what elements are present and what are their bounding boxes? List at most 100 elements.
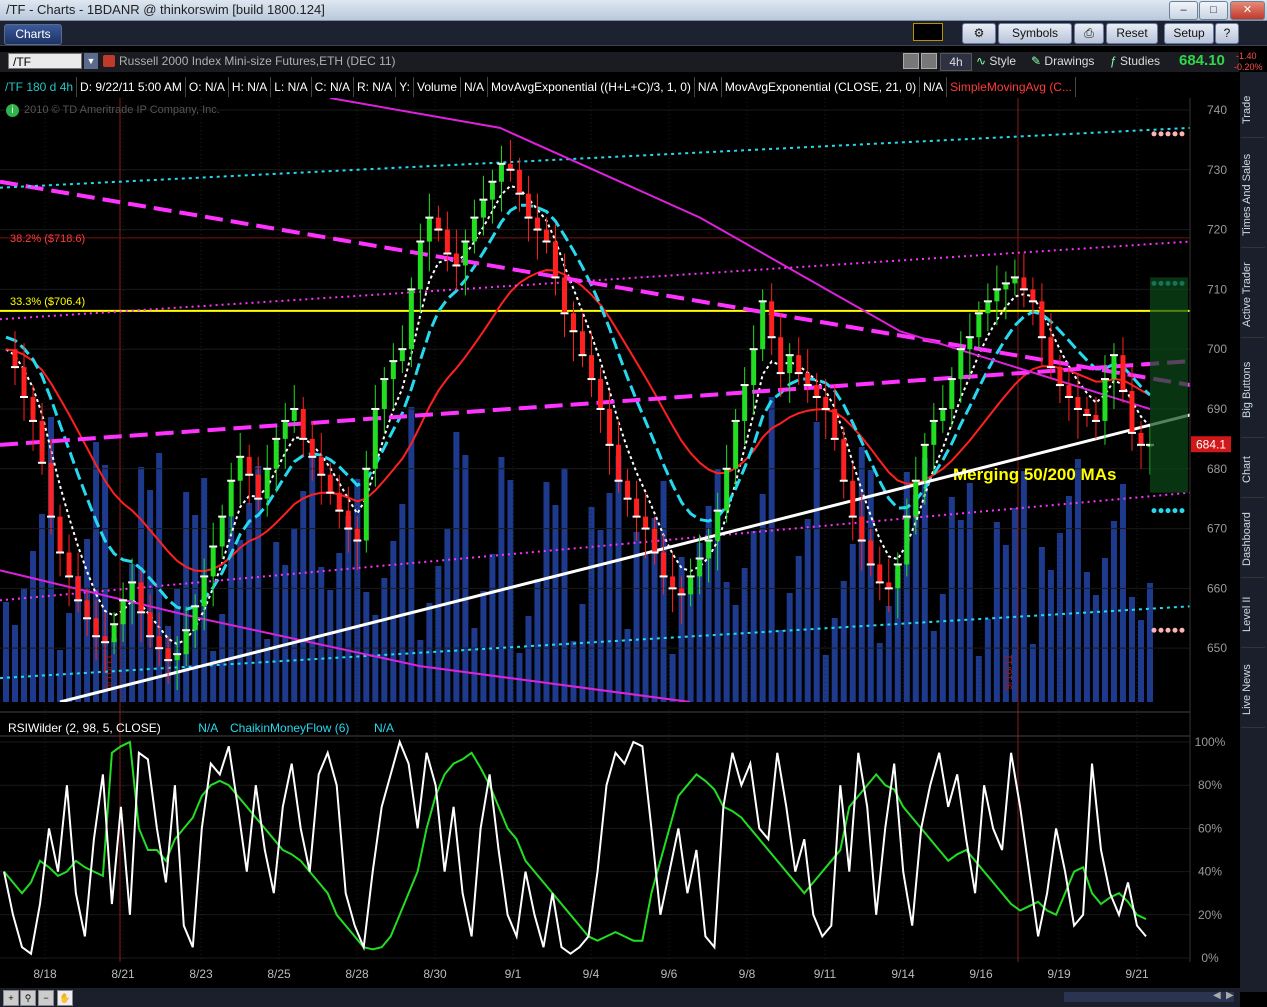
pan-hand-icon[interactable]: ✋: [57, 990, 73, 1006]
chevron-down-icon[interactable]: ▼: [84, 53, 98, 69]
tab-charts[interactable]: Charts: [4, 24, 62, 45]
band-dot: [1179, 508, 1185, 514]
volume-bar: [1020, 471, 1027, 702]
drawing-tool-icon[interactable]: [903, 53, 919, 69]
volume-bar: [453, 432, 460, 702]
lower-study-label[interactable]: ChaikinMoneyFlow (6): [230, 721, 349, 735]
sidebar-tab-big-buttons[interactable]: Big Buttons: [1241, 342, 1265, 438]
info-icon[interactable]: i: [6, 104, 19, 117]
candle-body: [994, 289, 1000, 302]
zoom-icon[interactable]: ⚲: [20, 990, 36, 1006]
scroll-left-icon[interactable]: ◀: [1213, 990, 1223, 1003]
candle-body: [751, 349, 757, 386]
help-icon[interactable]: ?: [1215, 23, 1239, 44]
band-dot: [1158, 508, 1164, 514]
sidebar-tab-chart[interactable]: Chart: [1241, 442, 1265, 498]
candle-body: [580, 331, 586, 356]
volume-bar: [588, 507, 595, 702]
setup-button[interactable]: Setup: [1164, 23, 1214, 44]
volume-bar: [552, 505, 559, 702]
volume-bar: [57, 650, 64, 702]
candle-body: [120, 600, 126, 625]
candle-body: [913, 480, 919, 517]
drawings-menu[interactable]: ✎ Drawings: [1031, 53, 1109, 69]
close-button[interactable]: ✕: [1230, 1, 1265, 20]
zoom-in-icon[interactable]: +: [3, 990, 19, 1006]
settings-icon[interactable]: [921, 53, 937, 69]
drawings-label: Drawings: [1044, 54, 1095, 68]
volume-bar: [957, 520, 964, 702]
candle-body: [931, 420, 937, 445]
studies-menu[interactable]: ƒ Studies: [1110, 53, 1174, 69]
volume-bar: [363, 592, 370, 702]
print-icon[interactable]: ⎙: [1074, 23, 1104, 44]
band-dot: [1179, 627, 1185, 633]
x-tick-label: 9/6: [661, 967, 678, 981]
volume-bar: [642, 555, 649, 702]
info-item: MovAvgExponential ((H+L+C)/3, 1, 0): [488, 77, 695, 97]
candle-body: [742, 385, 748, 421]
minimize-button[interactable]: –: [1169, 1, 1198, 20]
lower-study-label[interactable]: N/A: [198, 721, 218, 735]
symbol-description: Russell 2000 Index Mini-size Futures,ETH…: [119, 54, 396, 68]
symbols-button[interactable]: Symbols: [998, 23, 1072, 44]
style-label: Style: [989, 54, 1017, 68]
candle-body: [12, 349, 18, 368]
timeframe-select[interactable]: 4h: [940, 53, 972, 71]
horizontal-scrollbar[interactable]: [1064, 992, 1234, 1002]
volume-bar: [849, 544, 856, 702]
volume-bar: [1056, 533, 1063, 702]
info-item: SimpleMovingAvg (C...: [947, 77, 1076, 97]
sidebar-tab-live-news[interactable]: Live News: [1241, 652, 1265, 728]
y-tick-label: 730: [1207, 163, 1227, 177]
x-tick-label: 9/1: [505, 967, 522, 981]
projection-zone: [1150, 277, 1188, 493]
volume-bar: [435, 566, 442, 702]
candle-body: [129, 582, 135, 601]
y-tick-label: 710: [1207, 282, 1227, 296]
candle-body: [534, 217, 540, 230]
study-info-bar[interactable]: /TF 180 d 4h D: 9/22/11 5:00 AM O: N/A H: N…: [2, 77, 1190, 97]
volume-bar: [750, 531, 757, 702]
y-tick-label: 670: [1207, 522, 1227, 536]
zoom-out-icon[interactable]: −: [38, 990, 54, 1006]
candle-body: [589, 355, 595, 380]
sidebar-tab-times-and-sales[interactable]: Times And Sales: [1241, 142, 1265, 248]
x-tick-label: 9/19: [1047, 967, 1071, 981]
volume-bar: [543, 482, 550, 702]
lower-study-label[interactable]: N/A: [374, 721, 394, 735]
info-item: Volume: [414, 77, 462, 97]
maximize-button[interactable]: □: [1199, 1, 1228, 20]
date-marker: 9/16/11: [1003, 654, 1015, 690]
reset-button[interactable]: Reset: [1106, 23, 1158, 44]
link-icon[interactable]: ⚙: [962, 23, 996, 44]
candle-body: [246, 456, 252, 475]
symbol-link-icon[interactable]: [103, 55, 115, 67]
info-item: D: 9/22/11 5:00 AM: [77, 77, 186, 97]
sidebar-tab-dashboard[interactable]: Dashboard: [1241, 502, 1265, 578]
style-menu[interactable]: ∿ Style: [976, 53, 1026, 69]
scroll-right-icon[interactable]: ▶: [1226, 990, 1236, 1003]
sidebar-tab-level-ii[interactable]: Level II: [1241, 582, 1265, 648]
volume-bar: [372, 615, 379, 702]
x-tick-label: 8/18: [33, 967, 57, 981]
window-titlebar[interactable]: /TF - Charts - 1BDANR @ thinkorswim [bui…: [0, 0, 1267, 21]
sidebar-tab-trade[interactable]: Trade: [1241, 82, 1265, 138]
candle-body: [183, 630, 189, 655]
sidebar-tab-active-trader[interactable]: Active Trader: [1241, 252, 1265, 338]
lower-study-label[interactable]: RSIWilder (2, 98, 5, CLOSE): [8, 721, 161, 735]
volume-bar: [669, 654, 676, 702]
volume-bar: [768, 397, 775, 702]
x-tick-label: 8/21: [111, 967, 135, 981]
x-tick-label: 9/14: [891, 967, 915, 981]
candle-body: [796, 355, 802, 374]
chart-canvas[interactable]: 740 730 720 710 700 690 680 670 660 650 100% 80% 60%…: [0, 0, 1267, 1007]
candle-body: [895, 564, 901, 589]
candle-body: [859, 516, 865, 541]
candle-body: [733, 420, 739, 469]
net-change-percent: -0.20%: [1234, 62, 1263, 72]
symbol-input[interactable]: /TF: [8, 53, 82, 69]
y-tick-label: 80%: [1198, 778, 1222, 792]
candle-body: [66, 552, 72, 577]
volume-bar: [534, 579, 541, 702]
